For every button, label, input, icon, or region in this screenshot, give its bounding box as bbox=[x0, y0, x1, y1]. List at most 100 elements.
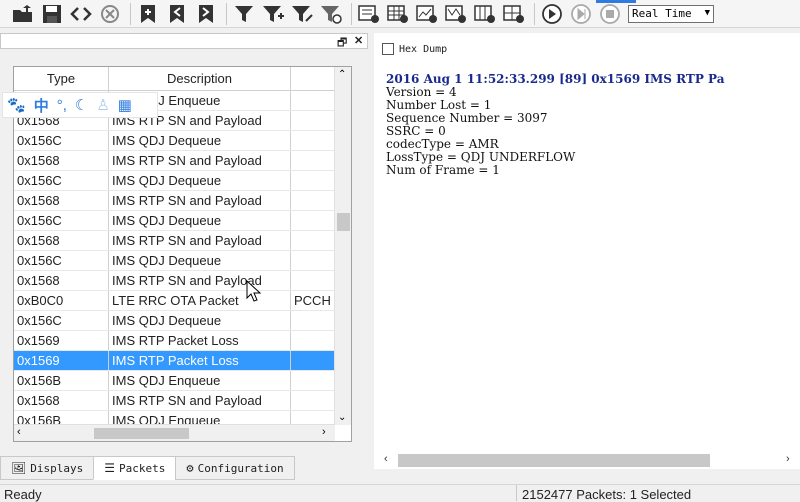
toolbar-separator bbox=[534, 2, 535, 25]
mode-select-value: Real Time bbox=[632, 7, 692, 20]
cell-description: IMS QDJ Dequeue bbox=[109, 311, 291, 330]
stop-icon[interactable] bbox=[597, 2, 623, 26]
displays-icon: 🖼 bbox=[11, 461, 27, 475]
toolbar-separator bbox=[130, 2, 131, 25]
scroll-thumb[interactable] bbox=[94, 428, 189, 439]
cell-type: 0x1568 bbox=[14, 151, 109, 170]
title-accent bbox=[596, 0, 636, 3]
scroll-left-icon[interactable]: ‹ bbox=[384, 453, 388, 465]
filter-icon[interactable] bbox=[231, 2, 257, 26]
new-view-icon[interactable] bbox=[501, 2, 527, 26]
tab-packets[interactable]: ☰ Packets bbox=[93, 456, 177, 480]
moon-icon[interactable]: ☾ bbox=[75, 96, 88, 114]
table-row[interactable]: 0x156C IMS QDJ Dequeue bbox=[14, 131, 335, 151]
filter-clear-icon[interactable] bbox=[318, 2, 344, 26]
user-icon[interactable]: ♙ bbox=[96, 96, 109, 114]
hex-dump-label: Hex Dump bbox=[399, 43, 448, 55]
table-row[interactable]: 0x156C IMS QDJ Dequeue bbox=[14, 211, 335, 231]
cell-extra bbox=[291, 191, 335, 210]
chinese-mode-icon[interactable]: 中 bbox=[34, 95, 49, 116]
cell-extra bbox=[291, 231, 335, 250]
packet-pane-header: 🗗 ✕ bbox=[0, 33, 368, 49]
column-header-extra[interactable] bbox=[291, 67, 335, 91]
code-icon[interactable] bbox=[68, 2, 94, 26]
table-row[interactable]: 0x1568 IMS RTP SN and Payload bbox=[14, 271, 335, 291]
open-folder-icon[interactable] bbox=[10, 2, 36, 26]
column-header-type[interactable]: Type bbox=[14, 67, 109, 91]
cursor-icon bbox=[246, 280, 262, 302]
tab-configuration[interactable]: ⚙ Configuration bbox=[175, 456, 295, 480]
table-row[interactable]: 0x1568 IMS RTP SN and Payload bbox=[14, 391, 335, 411]
table-row[interactable]: 0x1568 IMS RTP SN and Payload bbox=[14, 231, 335, 251]
cell-extra: PCCH / bbox=[294, 293, 335, 308]
new-map-icon[interactable] bbox=[443, 2, 469, 26]
table-row[interactable]: 0x156B IMS QDJ Enqueue bbox=[14, 371, 335, 391]
scroll-up-icon[interactable]: ⌃ bbox=[338, 69, 346, 80]
paw-icon[interactable]: 🐾 bbox=[7, 96, 26, 114]
cell-type: 0x156C bbox=[14, 211, 109, 230]
cell-type: 0x1568 bbox=[14, 271, 109, 290]
mode-select[interactable]: Real Time ▼ bbox=[628, 4, 714, 23]
cell-extra bbox=[291, 351, 335, 370]
table-row[interactable]: 0x1569 IMS RTP Packet Loss bbox=[14, 331, 335, 351]
table-row[interactable]: 0x1569 IMS RTP Packet Loss bbox=[14, 351, 335, 371]
detail-line: Sequence Number = 3097 bbox=[386, 111, 548, 125]
packet-table: Type Description IMS QDJ Enqueue 0x1568 IM… bbox=[13, 66, 352, 442]
cell-description: IMS QDJ Enqueue bbox=[109, 371, 291, 390]
tab-displays[interactable]: 🖼 Displays bbox=[0, 456, 95, 480]
checkbox[interactable] bbox=[382, 43, 394, 55]
cell-extra bbox=[291, 171, 335, 190]
detail-horizontal-scrollbar[interactable]: ‹ › bbox=[384, 452, 800, 469]
column-header-description[interactable]: Description bbox=[109, 67, 291, 91]
save-icon[interactable] bbox=[39, 2, 65, 26]
cell-description: IMS QDJ Dequeue bbox=[109, 211, 291, 230]
scroll-left-icon[interactable]: ‹ bbox=[17, 426, 21, 438]
bookmark-add-icon[interactable] bbox=[135, 2, 161, 26]
detail-lines: Version = 4 Number Lost = 1 Sequence Numbe… bbox=[386, 86, 800, 177]
hex-dump-checkbox[interactable]: Hex Dump bbox=[382, 43, 447, 55]
cell-description: IMS RTP SN and Payload bbox=[109, 151, 291, 170]
table-row[interactable]: 0x156C IMS QDJ Dequeue bbox=[14, 311, 335, 331]
cell-extra bbox=[291, 211, 335, 230]
table-row[interactable]: 0x1568 IMS RTP SN and Payload bbox=[14, 191, 335, 211]
new-table-icon[interactable] bbox=[385, 2, 411, 26]
grid-menu-icon[interactable]: ▦ bbox=[118, 96, 132, 114]
restore-icon[interactable]: 🗗 bbox=[337, 34, 347, 53]
cell-type: 0x156C bbox=[14, 131, 109, 150]
bookmark-prev-icon[interactable] bbox=[164, 2, 190, 26]
close-icon[interactable]: ✕ bbox=[354, 34, 363, 47]
new-chart-icon[interactable] bbox=[414, 2, 440, 26]
cell-type: 0xB0C0 bbox=[14, 291, 109, 310]
table-row[interactable]: 0x156C IMS QDJ Dequeue bbox=[14, 171, 335, 191]
scroll-thumb[interactable] bbox=[337, 213, 350, 231]
cell-extra bbox=[291, 251, 335, 270]
status-bar: Ready 2152477 Packets: 1 Selected bbox=[0, 484, 800, 502]
cell-type: 0x1569 bbox=[14, 331, 109, 350]
filter-edit-icon[interactable] bbox=[289, 2, 315, 26]
cell-extra bbox=[291, 91, 335, 110]
table-row[interactable]: 0xB0C0 LTE RRC OTA Packet PCCH / bbox=[14, 291, 335, 311]
new-grid-icon[interactable] bbox=[472, 2, 498, 26]
vertical-scrollbar[interactable]: ⌃ ⌄ bbox=[334, 67, 351, 425]
packet-detail-text: 2016 Aug 1 11:52:33.299 [89] 0x1569 IMS … bbox=[386, 73, 800, 177]
punctuation-icon[interactable]: °, bbox=[57, 97, 67, 114]
scroll-right-icon[interactable]: › bbox=[786, 453, 790, 465]
new-window-icon[interactable] bbox=[356, 2, 382, 26]
cell-type: 0x1568 bbox=[14, 191, 109, 210]
play-icon[interactable] bbox=[539, 2, 565, 26]
cell-extra bbox=[291, 311, 335, 330]
refresh-icon[interactable] bbox=[97, 2, 123, 26]
cell-extra bbox=[291, 371, 335, 390]
table-row[interactable]: 0x156C IMS QDJ Dequeue bbox=[14, 251, 335, 271]
scroll-down-icon[interactable]: ⌄ bbox=[338, 412, 346, 423]
cell-description: IMS RTP SN and Payload bbox=[109, 391, 291, 410]
scroll-thumb[interactable] bbox=[398, 454, 710, 467]
cell-type: 0x1569 bbox=[14, 351, 109, 370]
table-row[interactable]: 0x1568 IMS RTP SN and Payload bbox=[14, 151, 335, 171]
step-icon[interactable] bbox=[568, 2, 594, 26]
bookmark-next-icon[interactable] bbox=[193, 2, 219, 26]
filter-add-icon[interactable] bbox=[260, 2, 286, 26]
cell-type: 0x156B bbox=[14, 371, 109, 390]
scroll-right-icon[interactable]: › bbox=[322, 426, 326, 438]
horizontal-scrollbar[interactable]: ‹ › bbox=[14, 424, 335, 441]
